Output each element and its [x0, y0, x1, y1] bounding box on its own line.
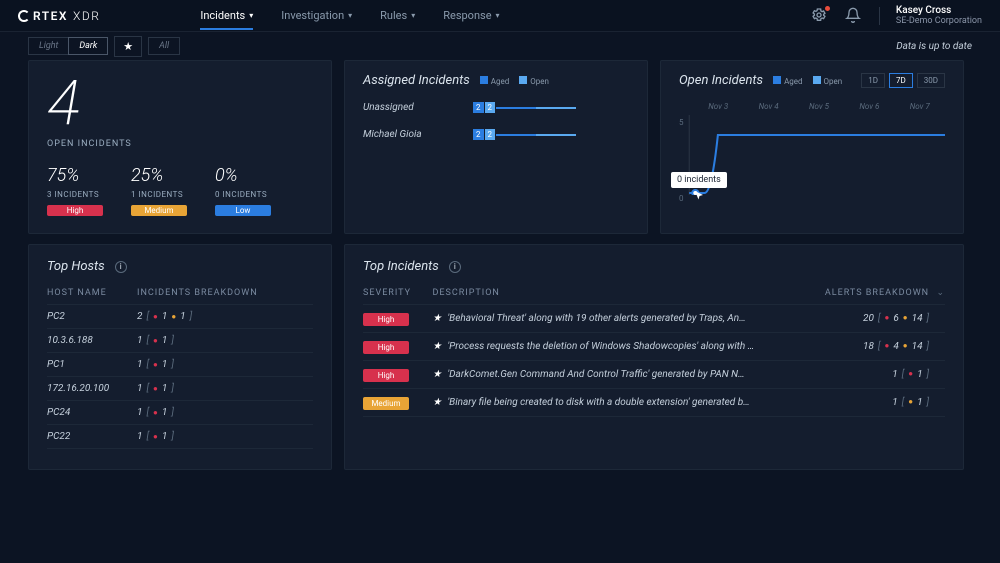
data-status: Data is up to date	[896, 41, 972, 52]
notification-dot	[825, 6, 830, 11]
star-icon[interactable]: ★	[433, 397, 442, 408]
star-icon[interactable]: ★	[433, 369, 442, 380]
top-hosts-card: Top Hosts i HOST NAME INCIDENTS BREAKDOW…	[28, 244, 332, 470]
info-icon[interactable]: i	[449, 261, 461, 273]
severity-low: 0%0 INCIDENTSLow	[215, 165, 271, 216]
severity-badge: High	[363, 341, 409, 354]
main-nav: Incidents ▾Investigation ▾Rules ▾Respons…	[200, 9, 499, 22]
favorite-button[interactable]: ★	[114, 36, 142, 57]
open-incidents-card: 4 OPEN INCIDENTS 75%3 INCIDENTSHigh25%1 …	[28, 60, 332, 234]
incident-row[interactable]: High★'DarkComet.Gen Command And Control …	[363, 361, 945, 389]
nav-rules[interactable]: Rules ▾	[380, 9, 415, 22]
severity-high: 75%3 INCIDENTSHigh	[47, 165, 103, 216]
star-icon[interactable]: ★	[433, 341, 442, 352]
host-row[interactable]: 10.3.6.1881 [ ● 1 ]	[47, 329, 313, 353]
severity-badge: Medium	[131, 205, 187, 216]
severity-badge: High	[363, 313, 409, 326]
severity-badge: High	[363, 369, 409, 382]
incident-row[interactable]: High★'Process requests the deletion of W…	[363, 333, 945, 361]
bell-icon[interactable]	[845, 7, 863, 25]
incident-row[interactable]: Medium★'Binary file being created to dis…	[363, 389, 945, 417]
incident-row[interactable]: High★'Behavioral Threat' along with 19 o…	[363, 305, 945, 333]
chevron-down-icon: ▾	[496, 11, 500, 20]
cursor-icon	[693, 190, 705, 202]
host-row[interactable]: PC241 [ ● 1 ]	[47, 401, 313, 425]
assignee-row[interactable]: Unassigned22	[363, 102, 629, 113]
host-row[interactable]: PC22 [ ● 1 ● 1 ]	[47, 305, 313, 329]
logo: RTEX XDR	[18, 9, 100, 23]
chevron-down-icon: ▾	[249, 11, 253, 20]
assigned-incidents-card: Assigned Incidents Aged Open Unassigned2…	[344, 60, 648, 234]
chevron-down-icon[interactable]: ⌄	[929, 288, 945, 298]
all-button[interactable]: All	[148, 37, 180, 55]
user-menu[interactable]: Kasey Cross SE-Demo Corporation	[896, 5, 982, 26]
settings-icon[interactable]	[811, 7, 829, 25]
open-count: 4	[47, 73, 313, 135]
host-row[interactable]: PC11 [ ● 1 ]	[47, 353, 313, 377]
theme-light-button[interactable]: Light	[28, 37, 68, 55]
chevron-down-icon: ▾	[348, 11, 352, 20]
range-1d[interactable]: 1D	[861, 73, 885, 88]
nav-response[interactable]: Response ▾	[443, 9, 499, 22]
range-7d[interactable]: 7D	[889, 73, 913, 88]
severity-medium: 25%1 INCIDENTSMedium	[131, 165, 187, 216]
severity-badge: Medium	[363, 397, 409, 410]
host-row[interactable]: 172.16.20.1001 [ ● 1 ]	[47, 377, 313, 401]
chart-tooltip: 0 incidents	[671, 172, 727, 188]
severity-badge: High	[47, 205, 103, 216]
star-icon[interactable]: ★	[433, 313, 442, 324]
severity-badge: Low	[215, 205, 271, 216]
theme-dark-button[interactable]: Dark	[68, 37, 108, 55]
info-icon[interactable]: i	[115, 261, 127, 273]
top-bar: RTEX XDR Incidents ▾ Investigation ▾ Rules…	[0, 0, 1000, 32]
toolbar: Light Dark ★ All Data is up to date	[0, 32, 1000, 60]
open-incidents-chart-card: Open Incidents Aged Open 1D7D30D Nov 3No…	[660, 60, 964, 234]
chevron-down-icon: ▾	[411, 11, 415, 20]
open-incidents-chart[interactable]: Nov 3Nov 4Nov 5Nov 6Nov 7 5 0 0 incident…	[679, 102, 945, 212]
nav-incidents[interactable]: Incidents ▾	[200, 9, 253, 30]
range-30d[interactable]: 30D	[917, 73, 945, 88]
top-incidents-card: Top Incidents i SEVERITY DESCRIPTION ALE…	[344, 244, 964, 470]
logo-icon	[18, 10, 30, 22]
nav-investigation[interactable]: Investigation ▾	[281, 9, 352, 22]
host-row[interactable]: PC221 [ ● 1 ]	[47, 425, 313, 449]
assignee-row[interactable]: Michael Gioia22	[363, 129, 629, 140]
